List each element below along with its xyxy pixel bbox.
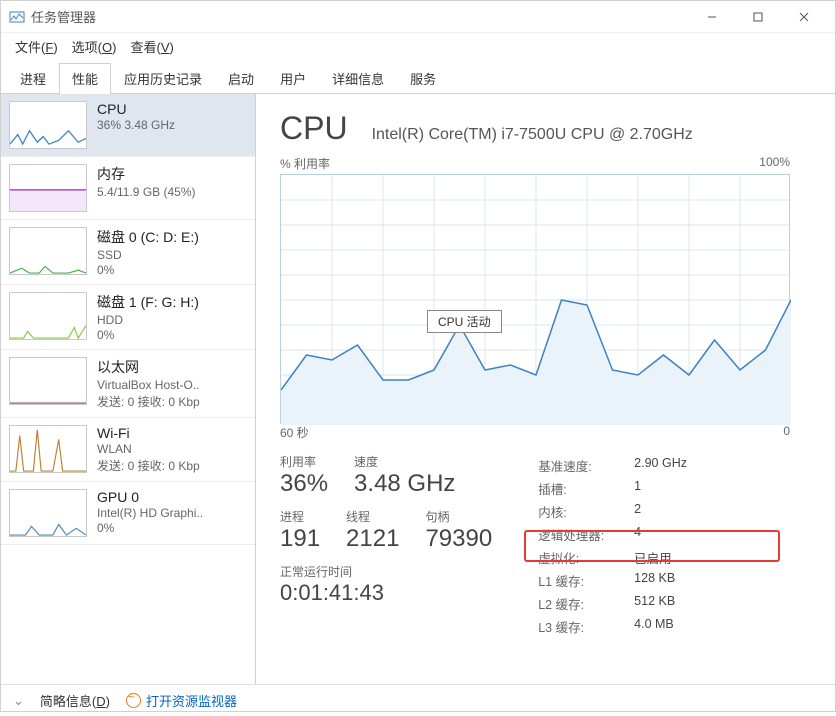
sidebar-item-cpu[interactable]: CPU 36% 3.48 GHz [1, 94, 255, 157]
brief-info-toggle[interactable]: 简略信息(D) [40, 691, 110, 710]
thumb-disk0 [9, 227, 87, 275]
tab-startup[interactable]: 启动 [215, 63, 267, 94]
stat-utilization: 利用率 36% [280, 453, 328, 498]
chart-ymax: 100% [759, 155, 790, 172]
chevron-down-icon[interactable]: ⌄ [13, 693, 24, 709]
sidebar-item-gpu0[interactable]: GPU 0 Intel(R) HD Graphi.. 0% [1, 482, 255, 545]
cpu-chart[interactable]: CPU 活动 [280, 174, 790, 424]
stat-threads: 线程 2121 [346, 508, 399, 553]
titlebar-text: 任务管理器 [31, 7, 96, 26]
sidebar-item-memory[interactable]: 内存 5.4/11.9 GB (45%) [1, 157, 255, 220]
app-icon [9, 9, 25, 25]
titlebar: 任务管理器 [1, 1, 835, 33]
sidebar-item-label: 内存 [97, 164, 196, 184]
stat-uptime: 正常运行时间 0:01:41:43 [280, 563, 492, 606]
chart-ylabel: % 利用率 [280, 155, 330, 172]
footer: ⌄ 简略信息(D) 打开资源监视器 [1, 684, 835, 716]
menu-view[interactable]: 查看(V) [130, 37, 173, 56]
sidebar-item-label: 以太网 [97, 357, 200, 377]
thumb-memory [9, 164, 87, 212]
window-controls [689, 1, 827, 33]
detail-title: CPU [280, 110, 348, 147]
tab-app-history[interactable]: 应用历史记录 [111, 63, 215, 94]
chart-xright: 0 [783, 424, 790, 441]
close-button[interactable] [781, 1, 827, 33]
resource-monitor-icon [126, 693, 141, 708]
tabs: 进程 性能 应用历史记录 启动 用户 详细信息 服务 [1, 62, 835, 94]
main: CPU 36% 3.48 GHz 内存 5.4/11.9 GB (45%) 磁盘… [1, 94, 835, 684]
sidebar-item-label: GPU 0 [97, 489, 203, 505]
sidebar-item-ethernet[interactable]: 以太网 VirtualBox Host-O.. 发送: 0 接收: 0 Kbp [1, 350, 255, 418]
chart-xleft: 60 秒 [280, 424, 309, 441]
thumb-disk1 [9, 292, 87, 340]
tab-processes[interactable]: 进程 [7, 63, 59, 94]
menu-file[interactable]: 文件(F) [15, 37, 58, 56]
sidebar-item-disk0[interactable]: 磁盘 0 (C: D: E:) SSD 0% [1, 220, 255, 285]
thumb-wifi [9, 425, 87, 473]
sidebar-item-disk1[interactable]: 磁盘 1 (F: G: H:) HDD 0% [1, 285, 255, 350]
sidebar[interactable]: CPU 36% 3.48 GHz 内存 5.4/11.9 GB (45%) 磁盘… [1, 94, 256, 684]
sidebar-item-wifi[interactable]: Wi-Fi WLAN 发送: 0 接收: 0 Kbp [1, 418, 255, 482]
thumb-ethernet [9, 357, 87, 405]
stat-processes: 进程 191 [280, 508, 320, 553]
detail-panel: CPU Intel(R) Core(TM) i7-7500U CPU @ 2.7… [256, 94, 835, 684]
tab-services[interactable]: 服务 [397, 63, 449, 94]
stat-speed: 速度 3.48 GHz [354, 453, 455, 498]
tab-details[interactable]: 详细信息 [319, 63, 397, 94]
sidebar-item-label: CPU [97, 101, 175, 117]
sidebar-item-label: 磁盘 0 (C: D: E:) [97, 227, 199, 247]
minimize-button[interactable] [689, 1, 735, 33]
open-resource-monitor-link[interactable]: 打开资源监视器 [126, 691, 237, 710]
tab-performance[interactable]: 性能 [59, 63, 111, 94]
detail-subtitle: Intel(R) Core(TM) i7-7500U CPU @ 2.70GHz [372, 126, 693, 144]
tab-users[interactable]: 用户 [267, 63, 319, 94]
thumb-cpu [9, 101, 87, 149]
sidebar-item-label: 磁盘 1 (F: G: H:) [97, 292, 199, 312]
cpu-info-table: 基准速度:2.90 GHz 插槽:1 内核:2 逻辑处理器:4 虚拟化:已启用 … [532, 453, 693, 642]
chart-tooltip: CPU 活动 [427, 310, 502, 333]
maximize-button[interactable] [735, 1, 781, 33]
thumb-gpu0 [9, 489, 87, 537]
menu-options[interactable]: 选项(O) [72, 37, 117, 56]
sidebar-item-label: Wi-Fi [97, 425, 200, 441]
menubar: 文件(F) 选项(O) 查看(V) [1, 33, 835, 62]
stat-handles: 句柄 79390 [425, 508, 492, 553]
